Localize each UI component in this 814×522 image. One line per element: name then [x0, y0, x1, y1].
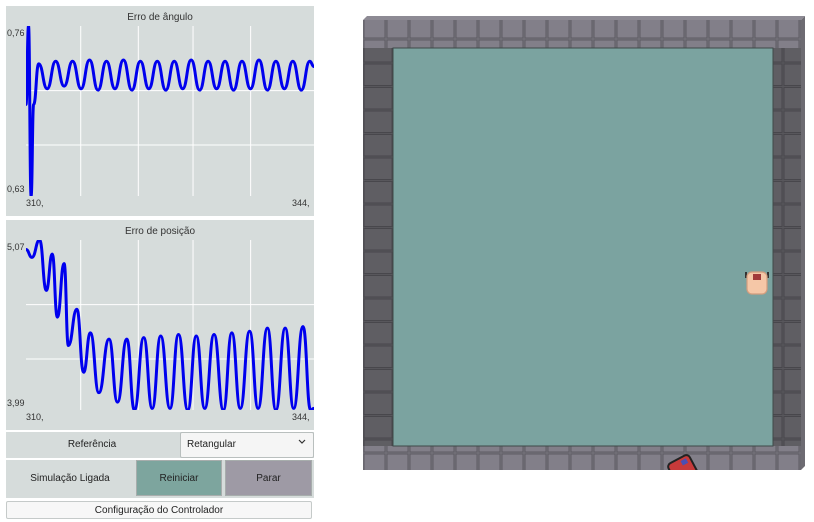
chevron-down-icon	[298, 439, 306, 444]
angle-x-start-label: 310,	[26, 198, 44, 208]
angle-y-max-label: 0,76	[7, 28, 25, 38]
top-wall-top-face	[363, 16, 805, 20]
arena-floor	[392, 47, 774, 447]
left-wall	[363, 48, 393, 446]
reference-select-value: Retangular	[187, 439, 236, 450]
position-y-min-label: 3,99	[7, 398, 25, 408]
restart-button[interactable]: Reiniciar	[136, 460, 222, 496]
position-plot-area	[26, 240, 314, 410]
simulation-arena	[363, 16, 805, 470]
robot-sensor	[753, 274, 761, 280]
simulation-row: Simulação Ligada Reiniciar Parar	[6, 460, 314, 498]
angle-chart-title: Erro de ângulo	[127, 12, 193, 23]
position-x-start-label: 310,	[26, 412, 44, 422]
right-wall-side	[801, 16, 805, 470]
angle-x-end-label: 344,	[292, 198, 310, 208]
reference-select[interactable]: Retangular	[180, 432, 314, 458]
bottom-wall	[363, 446, 801, 470]
controller-config-button[interactable]: Configuração do Controlador	[6, 501, 312, 519]
reference-row: Referência Retangular	[6, 432, 314, 458]
robot	[745, 271, 769, 295]
position-series-line	[26, 240, 314, 410]
angle-series-line	[26, 26, 314, 196]
reference-label: Referência	[67, 439, 117, 450]
stop-button[interactable]: Parar	[225, 460, 312, 496]
simulation-status: Simulação Ligada	[30, 473, 110, 484]
position-chart-title: Erro de posição	[124, 226, 196, 237]
angle-plot-area	[26, 26, 314, 196]
position-x-end-label: 344,	[292, 412, 310, 422]
right-wall	[773, 48, 801, 446]
top-wall	[363, 20, 801, 48]
position-y-max-label: 5,07	[7, 242, 25, 252]
position-error-chart: Erro de posição 5,07 3,99 310, 344,	[6, 220, 314, 430]
angle-error-chart: Erro de ângulo 0,76 0,63 310, 344,	[6, 6, 314, 216]
angle-y-min-label: 0,63	[7, 184, 25, 194]
charts-panel: Erro de ângulo 0,76 0,63 310, 344, Erro …	[6, 6, 314, 430]
